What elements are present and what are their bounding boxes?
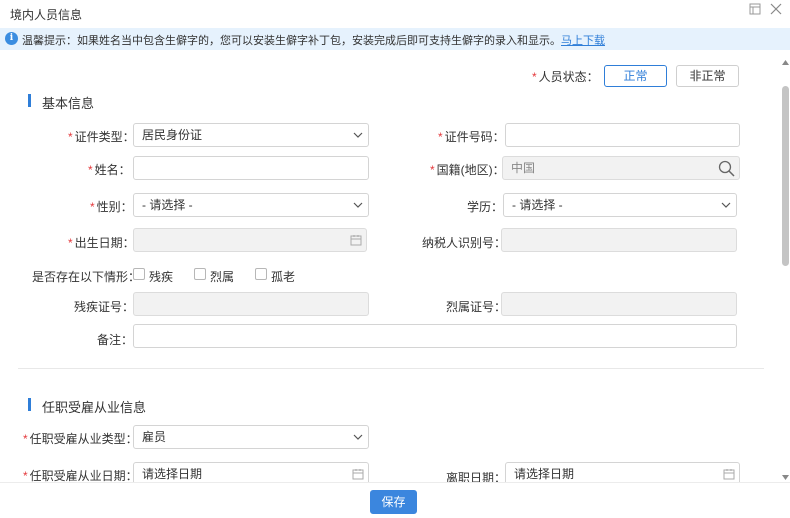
disability-option-label: 残疾 <box>149 270 174 284</box>
leave-date-placeholder: 请选择日期 <box>514 467 575 481</box>
nationality-label-text: 国籍(地区)： <box>436 163 505 177</box>
name-label-text: 姓名： <box>94 163 131 177</box>
status-label: * 人员状态： <box>532 70 599 84</box>
disability-no-input[interactable] <box>133 292 369 316</box>
calendar-icon[interactable] <box>352 468 364 480</box>
gender-select[interactable]: - 请选择 - <box>133 193 369 217</box>
situations-label: 是否存在以下情形： <box>32 270 141 284</box>
employment-date-placeholder: 请选择日期 <box>142 467 203 481</box>
chevron-down-icon <box>721 202 731 208</box>
window-title: 境内人员信息 <box>10 8 83 22</box>
status-label-text: 人员状态： <box>538 70 599 84</box>
remarks-input[interactable] <box>133 324 737 348</box>
martyr-family-checkbox[interactable] <box>194 268 206 280</box>
id-type-value: 居民身份证 <box>142 128 203 142</box>
birthdate-input[interactable] <box>133 228 367 252</box>
calendar-icon[interactable] <box>723 468 735 480</box>
window-titlebar: 境内人员信息 <box>0 0 790 26</box>
chevron-down-icon <box>353 132 363 138</box>
calendar-icon[interactable] <box>350 234 362 246</box>
notice-bar: i 温馨提示：如果姓名当中包含生僻字的，您可以安装生僻字补丁包，安装完成后即可支… <box>0 28 790 50</box>
remarks-label: 备注： <box>97 333 134 347</box>
gender-label-text: 性别： <box>96 200 133 214</box>
nationality-label: * 国籍(地区)： <box>430 163 505 177</box>
taxpayer-id-input[interactable] <box>501 228 737 252</box>
employment-type-label-text: 任职受雇从业类型： <box>29 432 138 446</box>
maximize-icon[interactable] <box>749 3 763 17</box>
birthdate-label-text: 出生日期： <box>74 236 135 250</box>
nationality-input[interactable]: 中国 <box>502 156 740 180</box>
id-type-label: * 证件类型： <box>68 130 135 144</box>
martyr-no-input[interactable] <box>501 292 737 316</box>
gender-value: - 请选择 - <box>142 198 193 212</box>
notice-text: 温馨提示：如果姓名当中包含生僻字的，您可以安装生僻字补丁包，安装完成后即可支持生… <box>22 32 605 48</box>
employment-type-select[interactable]: 雇员 <box>133 425 369 449</box>
employment-type-value: 雇员 <box>142 430 167 444</box>
id-number-label-text: 证件号码： <box>444 130 505 144</box>
section-marker <box>28 94 31 107</box>
disability-checkbox[interactable] <box>133 268 145 280</box>
dialog-footer: 保存 <box>0 482 790 518</box>
download-link[interactable]: 马上下载 <box>561 35 605 47</box>
nationality-value: 中国 <box>511 161 536 175</box>
scroll-up-icon[interactable] <box>781 58 790 67</box>
scrollbar[interactable] <box>781 58 790 482</box>
scroll-thumb[interactable] <box>782 86 789 266</box>
employment-date-label-text: 任职受雇从业日期： <box>29 469 138 483</box>
status-abnormal-button[interactable]: 非正常 <box>676 65 739 87</box>
section-marker <box>28 398 31 411</box>
birthdate-label: * 出生日期： <box>68 236 135 250</box>
notice-message: 温馨提示：如果姓名当中包含生僻字的，您可以安装生僻字补丁包，安装完成后即可支持生… <box>22 35 561 47</box>
name-input[interactable] <box>133 156 369 180</box>
search-icon[interactable] <box>718 160 735 177</box>
elderly-alone-checkbox[interactable] <box>255 268 267 280</box>
chevron-down-icon <box>353 202 363 208</box>
disability-no-label: 残疾证号： <box>74 300 135 314</box>
section-title-employment: 任职受雇从业信息 <box>42 400 147 415</box>
education-select[interactable]: - 请选择 - <box>503 193 737 217</box>
employment-type-label: * 任职受雇从业类型： <box>23 432 138 446</box>
education-label: 学历： <box>467 200 504 214</box>
id-number-label: * 证件号码： <box>438 130 505 144</box>
close-icon[interactable] <box>770 3 784 17</box>
id-type-label-text: 证件类型： <box>74 130 135 144</box>
save-button[interactable]: 保存 <box>370 490 417 514</box>
taxpayer-id-label: 纳税人识别号： <box>422 236 507 250</box>
id-number-input[interactable] <box>505 123 740 147</box>
status-normal-button[interactable]: 正常 <box>604 65 667 87</box>
id-type-select[interactable]: 居民身份证 <box>133 123 369 147</box>
info-icon: i <box>5 32 18 45</box>
chevron-down-icon <box>353 434 363 440</box>
gender-label: * 性别： <box>90 200 133 214</box>
section-divider <box>18 368 764 369</box>
martyr-family-option-label: 烈属 <box>210 270 235 284</box>
scroll-down-icon[interactable] <box>781 473 790 482</box>
name-label: * 姓名： <box>88 163 131 177</box>
martyr-no-label: 烈属证号： <box>446 300 507 314</box>
section-title-basic: 基本信息 <box>42 96 95 111</box>
education-value: - 请选择 - <box>512 198 563 212</box>
elderly-alone-option-label: 孤老 <box>271 270 296 284</box>
